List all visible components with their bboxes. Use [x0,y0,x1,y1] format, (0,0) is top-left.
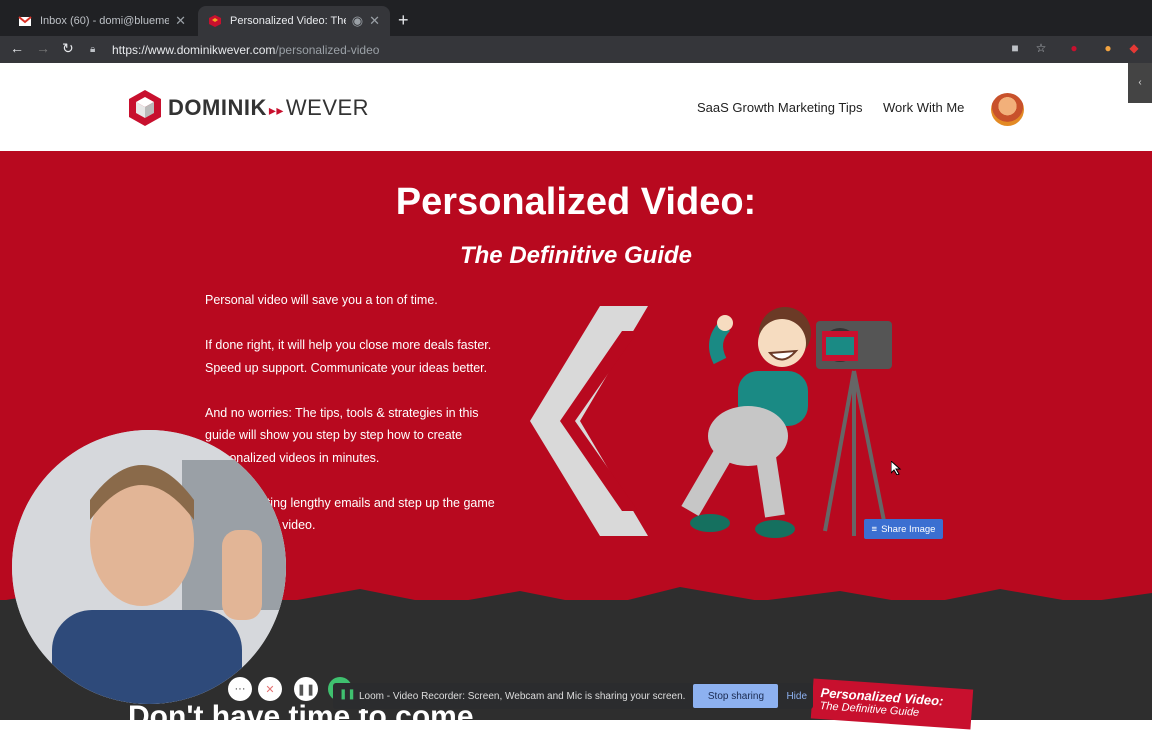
tab-inbox[interactable]: Inbox (60) - domi@bluemerant ✕ [8,6,196,36]
hero-paragraph: If done right, it will help you close mo… [205,338,492,375]
close-icon[interactable]: ✕ [175,13,186,29]
close-icon[interactable]: ✕ [369,13,380,29]
cartoon-character-icon [681,307,811,538]
camera-tripod-icon [816,321,892,536]
address-bar[interactable]: 🔒︎ https://www.dominikwever.com/personal… [90,39,1060,60]
logo-arrow-icon: ▸▸ [268,102,284,118]
site-logo[interactable]: DOMINIK ▸▸WEVER [128,89,369,127]
extension-icon[interactable]: ◆ [1126,41,1142,57]
hero-illustration[interactable] [520,301,900,546]
loom-more-button[interactable]: ··· [228,677,252,701]
reload-icon[interactable]: ↻ [62,40,74,57]
hide-notification-button[interactable]: Hide [786,691,807,702]
chevron-arrows-icon [530,306,648,536]
mouse-cursor-icon [891,461,902,475]
forward-icon[interactable]: → [36,40,50,56]
hero-paragraph: Personal video will save you a ton of ti… [205,293,438,307]
author-avatar[interactable] [991,93,1024,126]
browser-toolbar: ← → ↻ 🔒︎ https://www.dominikwever.com/pe… [0,36,1152,63]
url-host: https://www.dominikwever.com [112,42,276,57]
recording-dot-icon: ◉ [351,13,364,28]
pause-icon: ❚❚ [296,683,316,696]
loom-webcam-bubble[interactable] [12,430,286,704]
screen-sharing-notification: ❚❚ Loom - Video Recorder: Screen, Webcam… [333,683,813,709]
pause-icon: ❚❚ [339,689,356,700]
close-icon: ✕ [265,683,275,696]
url-path: /personalized-video [275,42,380,57]
tab-personalized-video-title: Personalized Video: The De [230,15,346,27]
nav-saas-growth[interactable]: SaaS Growth Marketing Tips [697,100,862,115]
hero-paragraph: And no worries: The tips, tools & strate… [205,405,479,465]
share-image-button[interactable]: ≡ Share Image [864,519,943,539]
tab-inbox-title: Inbox (60) - domi@bluemerant [40,15,170,27]
more-label: ··· [234,683,246,695]
loom-cancel-button[interactable]: ✕ [258,677,282,701]
hero-title: Personalized Video: [395,181,757,223]
tab-personalized-video[interactable]: Personalized Video: The De ◉ ✕ [198,6,390,36]
bookmark-star-icon[interactable]: ☆ [1033,41,1049,57]
loom-pause-button[interactable]: ❚❚ [294,677,318,701]
presenter-video-icon [12,430,286,704]
site-favicon-icon [209,15,221,27]
logo-first-name: DOMINIK [168,95,267,120]
lock-icon: 🔒︎ [90,44,96,55]
layers-icon: ≡ [871,523,878,535]
back-icon[interactable]: ← [10,40,24,56]
camera-icon[interactable]: ■ [1007,41,1023,57]
new-tab-button[interactable]: + [398,10,409,31]
loom-extension-icon[interactable]: ● [1066,41,1082,57]
profile-avatar-icon[interactable]: ● [1100,41,1116,57]
collapse-sidebar-chevron-icon[interactable]: ‹ [1128,63,1152,103]
share-image-label: Share Image [881,523,936,535]
gmail-icon [18,16,32,26]
sharing-status-text: Loom - Video Recorder: Screen, Webcam an… [359,690,686,702]
browser-tab-strip: Inbox (60) - domi@bluemerant ✕ Personali… [0,0,1152,36]
hero-subtitle: The Definitive Guide [459,242,693,269]
nav-work-with-me[interactable]: Work With Me [883,100,964,115]
logo-cube-icon [129,90,161,126]
site-header: DOMINIK ▸▸WEVER SaaS Growth Marketing Tip… [0,63,1152,151]
logo-last-name: WEVER [285,95,370,120]
stop-sharing-button[interactable]: Stop sharing [693,684,779,708]
